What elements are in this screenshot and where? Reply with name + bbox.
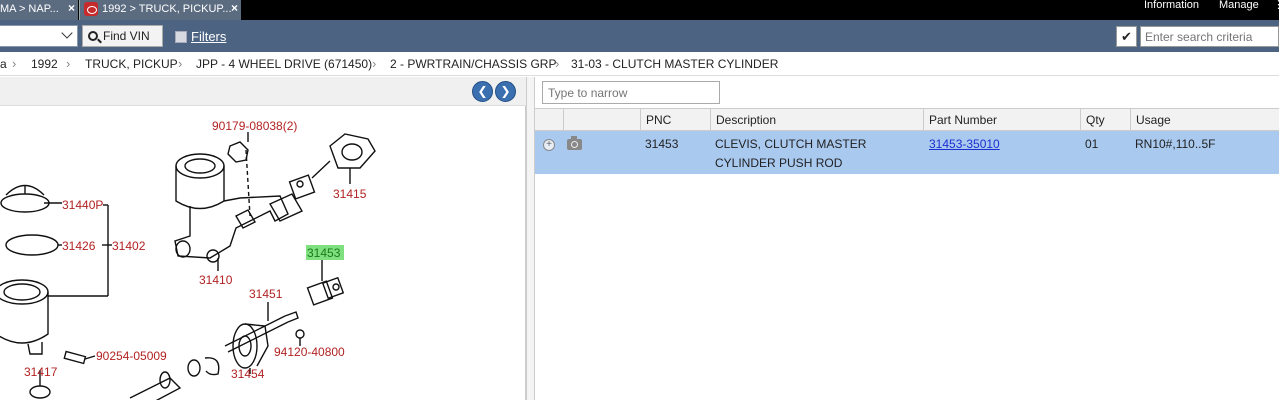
- parts-list-panel: PNC Description Part Number Qty Usage + …: [535, 77, 1279, 400]
- toolbar: Find VIN Filters ✔: [0, 20, 1279, 52]
- seal-shape: [5, 234, 59, 256]
- filters-label: Filters: [191, 29, 227, 44]
- menu-information[interactable]: Information: [1144, 0, 1199, 20]
- callout-31417[interactable]: 31417: [24, 365, 58, 379]
- expand-icon[interactable]: +: [543, 139, 555, 151]
- breadcrumb-item[interactable]: 1992: [31, 52, 58, 76]
- panel-divider[interactable]: [526, 77, 535, 400]
- table-row[interactable]: + 31453 CLEVIS, CLUTCH MASTER CYLINDER P…: [535, 131, 1279, 174]
- header-usage[interactable]: Usage: [1130, 109, 1279, 131]
- breadcrumb-item[interactable]: TRUCK, PICKUP: [85, 52, 178, 76]
- breadcrumb-item[interactable]: a: [0, 52, 7, 76]
- callout-31440p[interactable]: 31440P: [62, 198, 103, 212]
- description-line: CYLINDER PUSH ROD: [715, 156, 843, 170]
- header-part-number[interactable]: Part Number: [923, 109, 1081, 131]
- callout-31451[interactable]: 31451: [249, 287, 283, 301]
- chevron-down-icon: [61, 27, 73, 39]
- callout-90254-05009[interactable]: 90254-05009: [96, 349, 167, 363]
- cap-shape: [0, 193, 50, 213]
- parts-diagram[interactable]: 90179-08038(2) 31415 31440P 31426 31402 …: [0, 106, 526, 400]
- description-line: CLEVIS, CLUTCH MASTER: [715, 137, 867, 151]
- table-header: PNC Description Part Number Qty Usage: [535, 108, 1279, 131]
- header-pnc[interactable]: PNC: [640, 109, 710, 131]
- tab-current[interactable]: 1992 > TRUCK, PICKUP... ×: [79, 0, 241, 20]
- header-expand: [535, 109, 563, 131]
- breadcrumb-current: 31-03 - CLUTCH MASTER CYLINDER: [571, 57, 779, 71]
- find-vin-label: Find VIN: [103, 29, 150, 43]
- filters-toggle[interactable]: Filters: [175, 29, 226, 44]
- chevron-right-icon: ›: [66, 56, 71, 71]
- find-vin-button[interactable]: Find VIN: [82, 25, 163, 47]
- top-bar: MA > NAP... × 1992 > TRUCK, PICKUP... × …: [0, 0, 1279, 20]
- callout-31410[interactable]: 31410: [199, 273, 233, 287]
- cell-qty: 01: [1085, 137, 1099, 151]
- callout-31402[interactable]: 31402: [112, 239, 146, 253]
- chevron-right-icon: ›: [12, 56, 17, 71]
- tab-previous[interactable]: MA > NAP... ×: [0, 0, 78, 20]
- narrow-filter-input[interactable]: [542, 81, 720, 104]
- header-qty[interactable]: Qty: [1080, 109, 1131, 131]
- callout-94120-40800[interactable]: 94120-40800: [274, 345, 345, 359]
- diagram-panel: ❮ ❯ 90179-08038(2) 31415 31440P 31426 31…: [0, 77, 526, 400]
- header-description[interactable]: Description: [710, 109, 924, 131]
- toyota-logo-icon: [84, 2, 98, 16]
- cylinder-top: [175, 153, 225, 179]
- menu-manage[interactable]: Manage: [1219, 0, 1259, 20]
- search-input[interactable]: [1140, 26, 1279, 47]
- cell-usage: RN10#,110..5F: [1135, 137, 1216, 151]
- chevron-right-icon: ›: [372, 56, 377, 71]
- filters-checkbox[interactable]: [175, 31, 187, 43]
- breadcrumb: a › 1992 › TRUCK, PICKUP › JPP - 4 WHEEL…: [0, 52, 1279, 76]
- tab-label: 1992 > TRUCK, PICKUP...: [102, 3, 232, 15]
- cell-pnc: 31453: [645, 137, 679, 151]
- chevron-right-icon: ›: [178, 56, 183, 71]
- breadcrumb-item[interactable]: 2 - PWRTRAIN/CHASSIS GRP: [390, 52, 556, 76]
- header-image: [563, 109, 641, 131]
- search-icon: [88, 31, 98, 41]
- diagram-header: ❮ ❯: [0, 77, 526, 106]
- cell-description: CLEVIS, CLUTCH MASTER CYLINDER PUSH ROD: [715, 135, 866, 173]
- callout-31426[interactable]: 31426: [62, 239, 96, 253]
- chevron-right-icon: ›: [555, 56, 560, 71]
- breadcrumb-item[interactable]: JPP - 4 WHEEL DRIVE (671450): [196, 52, 372, 76]
- arrow-right-icon[interactable]: ❯: [495, 81, 516, 102]
- tab-label: MA > NAP...: [0, 3, 59, 15]
- callout-31415[interactable]: 31415: [333, 187, 367, 201]
- part-number-link[interactable]: 31453-35010: [929, 135, 1000, 154]
- dropdown-select[interactable]: [0, 25, 78, 47]
- arrow-left-icon[interactable]: ❮: [472, 81, 493, 102]
- callout-31454[interactable]: 31454: [231, 367, 265, 381]
- checkmark-icon[interactable]: ✔: [1116, 26, 1137, 47]
- callout-90179-08038[interactable]: 90179-08038(2): [212, 119, 297, 133]
- callout-31453[interactable]: 31453: [307, 246, 341, 260]
- close-icon[interactable]: ×: [231, 0, 238, 17]
- more-menu-icon[interactable]: ⋮: [1273, 0, 1279, 20]
- camera-icon[interactable]: [567, 136, 582, 150]
- close-icon[interactable]: ×: [68, 0, 75, 17]
